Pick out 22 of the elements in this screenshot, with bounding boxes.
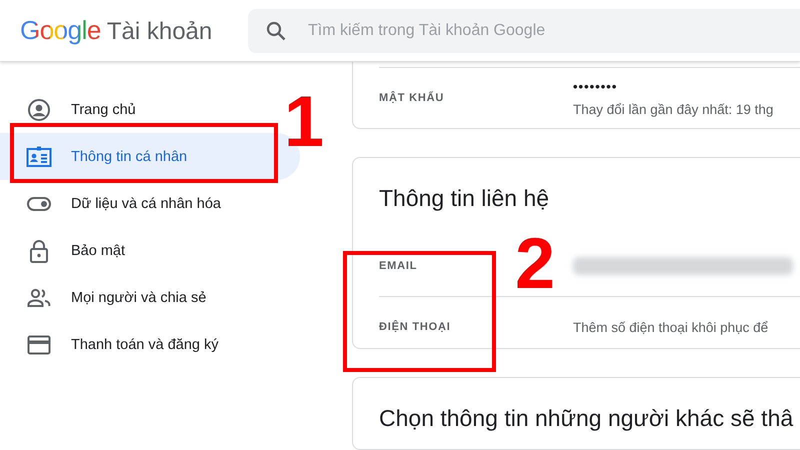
sidebar-item[interactable]: Mọi người và chia sẻ (0, 274, 300, 321)
product-name: Tài khoản (106, 18, 212, 46)
password-dots: •••••••• (573, 79, 618, 94)
lock-icon (29, 238, 49, 262)
credit-card-icon (27, 334, 51, 354)
row-label: ĐIỆN THOẠI (379, 321, 452, 333)
search-icon (266, 20, 286, 40)
sidebar-item[interactable]: Bảo mật (0, 227, 300, 274)
row-label: EMAIL (379, 260, 418, 272)
search-field[interactable]: Tìm kiếm trong Tài khoản Google (248, 8, 800, 52)
account-circle-icon (27, 98, 51, 122)
row-note: Thay đổi lần gần đây nhất: 19 thg (573, 102, 774, 117)
card-title: Chọn thông tin những người khác sẽ thâ (378, 404, 794, 432)
sidebar-item[interactable]: Thanh toán và đăng ký (0, 321, 300, 368)
sidebar-item[interactable]: Dữ liệu và cá nhân hóa (0, 180, 300, 227)
card-title: Thông tin liên hệ (378, 184, 550, 212)
step-number: 2 (515, 228, 556, 300)
toggle-icon (27, 196, 51, 210)
id-card-icon (26, 144, 52, 168)
row-label: MẬT KHẨU (379, 92, 446, 104)
row-note: Thêm số điện thoại khôi phục để (573, 320, 768, 334)
people-icon (27, 288, 51, 308)
